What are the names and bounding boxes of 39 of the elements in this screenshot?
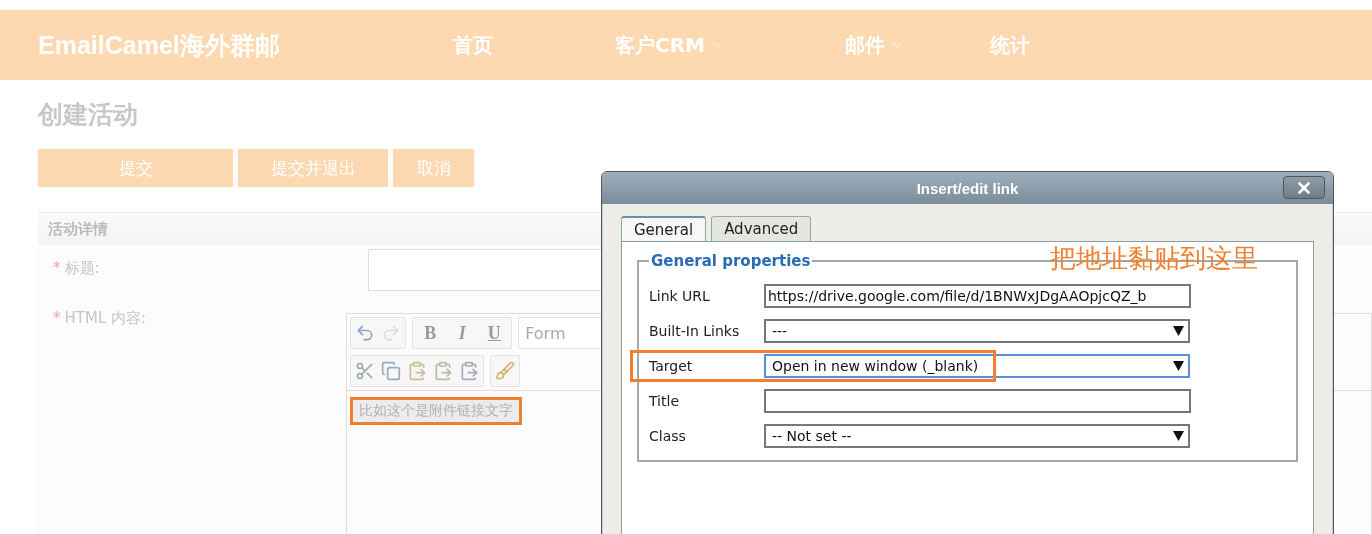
brush-icon[interactable] (495, 361, 516, 381)
redo-icon[interactable] (381, 323, 402, 343)
annotation-text: 把地址黏贴到这里 (1050, 242, 1258, 275)
required-mark: * (53, 259, 61, 277)
fieldset-legend: General properties (649, 252, 813, 270)
dropdown-arrow-icon (1173, 360, 1184, 371)
field-label: Title (649, 392, 680, 409)
format-button[interactable]: U (481, 321, 508, 345)
dropdown-arrow-icon (1173, 430, 1184, 441)
dialog-tab[interactable]: General (621, 216, 707, 242)
select-field[interactable]: -- Not set -- (764, 423, 1190, 448)
field-label: Built-In Links (649, 322, 741, 339)
dialog-tab[interactable]: Advanced (711, 216, 812, 241)
field-label: Link URL (649, 287, 711, 304)
action-button[interactable]: 提交并退出 (238, 149, 388, 187)
paste-icon[interactable] (407, 361, 428, 381)
dropdown-arrow-icon (1173, 325, 1184, 336)
action-button[interactable]: 取消 (393, 149, 474, 187)
text-input[interactable]: https://drive.google.com/file/d/1BNWxJDgAAOpjcQZ_b (764, 283, 1191, 308)
select-field[interactable]: Open in new window (_blank) (764, 353, 1190, 378)
nav-item[interactable]: 邮件 (845, 31, 905, 59)
nav-item[interactable]: 首页 (453, 31, 493, 59)
nav-item[interactable]: 统计 (990, 31, 1030, 59)
format-button[interactable]: I (449, 321, 476, 345)
nav-item[interactable]: 客户CRM (615, 31, 725, 59)
paste-icon[interactable] (433, 361, 454, 381)
format-button[interactable]: B (417, 321, 444, 345)
field-label: Class (649, 427, 687, 444)
field-label: Target (649, 357, 694, 374)
editor-text: 比如这个是附件链接文字 (350, 397, 523, 425)
required-mark: * (53, 309, 61, 327)
text-input[interactable] (764, 388, 1191, 413)
close-button[interactable] (1283, 176, 1325, 199)
dialog-title: Insert/edit link (916, 179, 1019, 197)
action-button[interactable]: 提交 (38, 149, 233, 187)
logo[interactable]: EmailCamel海外群邮 (38, 28, 453, 62)
select-field[interactable]: --- (764, 318, 1190, 343)
paste-icon[interactable] (459, 361, 480, 381)
copy-icon[interactable] (381, 361, 402, 381)
